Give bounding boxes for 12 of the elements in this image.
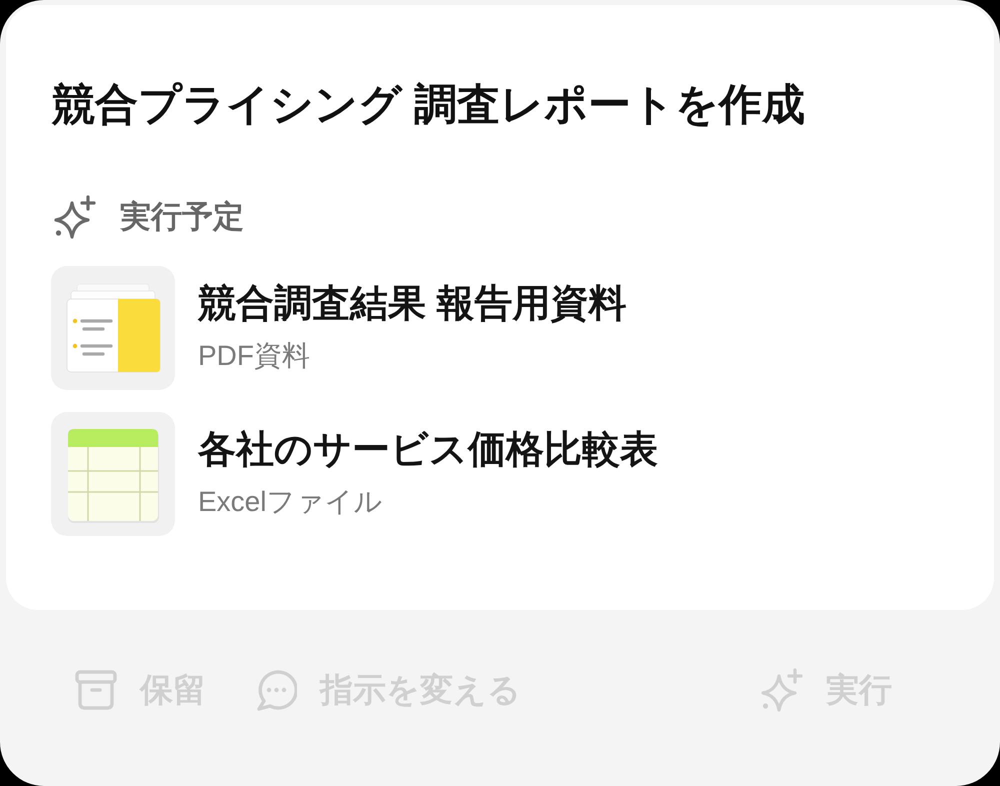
- archive-icon: [75, 670, 117, 710]
- sparkle-icon: [52, 194, 96, 240]
- item-title: 競合調査結果 報告用資料: [198, 282, 627, 327]
- item-title: 各社のサービス価格比較表: [198, 428, 658, 473]
- spreadsheet-icon: [51, 412, 175, 536]
- item-subtitle: PDF資料: [198, 339, 311, 373]
- sparkle-icon: [759, 667, 803, 713]
- document-icon: [51, 266, 175, 390]
- section-label: 実行予定: [120, 198, 244, 236]
- chat-bubble-icon: [255, 669, 297, 711]
- item-subtitle: Excelファイル: [198, 485, 384, 519]
- card-title: 競合プライシング 調査レポートを作成: [52, 80, 806, 131]
